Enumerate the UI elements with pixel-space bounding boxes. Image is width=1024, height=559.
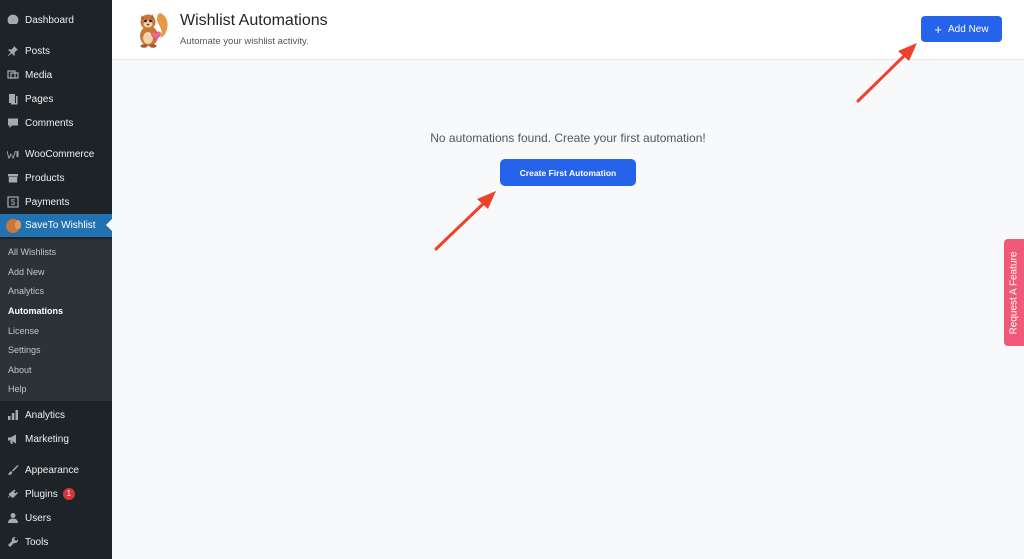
sidebar-item-tools[interactable]: Tools bbox=[0, 530, 112, 554]
sidebar-item-comments[interactable]: Comments bbox=[0, 111, 112, 135]
media-icon bbox=[6, 68, 20, 82]
page-subtitle: Automate your wishlist activity. bbox=[180, 36, 309, 47]
sidebar-item-label: Comments bbox=[25, 117, 74, 129]
archive-icon bbox=[6, 171, 20, 185]
woocommerce-icon bbox=[6, 147, 20, 161]
sidebar-item-label: Marketing bbox=[25, 433, 69, 445]
svg-text:$: $ bbox=[11, 198, 16, 207]
empty-state-message: No automations found. Create your first … bbox=[430, 131, 706, 145]
sidebar-item-marketing[interactable]: Marketing bbox=[0, 427, 112, 451]
submenu-add-new[interactable]: Add New bbox=[8, 267, 45, 277]
sidebar-item-analytics[interactable]: Analytics bbox=[0, 403, 112, 427]
brush-icon bbox=[6, 463, 20, 477]
sidebar-item-posts[interactable]: Posts bbox=[0, 39, 112, 63]
sidebar-item-pages[interactable]: Pages bbox=[0, 87, 112, 111]
sidebar-item-label: Pages bbox=[25, 93, 54, 105]
sidebar-item-saveto-wishlist[interactable]: SaveTo Wishlist bbox=[0, 214, 112, 237]
sidebar-item-label: Posts bbox=[25, 45, 51, 57]
plus-icon: + bbox=[934, 21, 942, 37]
submenu-settings[interactable]: Settings bbox=[8, 345, 41, 355]
sidebar-item-label: Users bbox=[25, 512, 52, 524]
sidebar-item-users[interactable]: Users bbox=[0, 506, 112, 530]
dollar-icon: $ bbox=[6, 195, 20, 209]
submenu-about[interactable]: About bbox=[8, 365, 32, 375]
arrow-to-create-button bbox=[434, 191, 496, 251]
plugins-update-badge: 1 bbox=[62, 488, 75, 500]
sidebar-item-payments[interactable]: $ Payments bbox=[0, 190, 112, 214]
sidebar-item-appearance[interactable]: Appearance bbox=[0, 458, 112, 482]
sidebar-item-label: Products bbox=[25, 172, 65, 184]
sidebar-item-label: Tools bbox=[25, 536, 49, 548]
sidebar-item-products[interactable]: Products bbox=[0, 166, 112, 190]
submenu-analytics[interactable]: Analytics bbox=[8, 286, 44, 296]
comment-icon bbox=[6, 116, 20, 130]
pages-icon bbox=[6, 92, 20, 106]
sidebar-item-label: Media bbox=[25, 69, 53, 81]
user-icon bbox=[6, 511, 20, 525]
create-first-automation-button[interactable]: Create First Automation bbox=[500, 159, 636, 186]
sidebar-item-label: WooCommerce bbox=[25, 148, 95, 160]
megaphone-icon bbox=[6, 432, 20, 446]
plug-icon bbox=[6, 487, 20, 501]
wishlist-submenu: All Wishlists Add New Analytics Automati… bbox=[0, 239, 112, 401]
add-new-label: Add New bbox=[948, 23, 989, 35]
squirrel-icon bbox=[6, 218, 21, 233]
sidebar-item-woocommerce[interactable]: WooCommerce bbox=[0, 142, 112, 166]
pin-icon bbox=[6, 44, 20, 58]
sidebar-item-label: Payments bbox=[25, 196, 70, 208]
annotation-arrows bbox=[434, 43, 917, 251]
page-title: Wishlist Automations bbox=[180, 12, 328, 29]
request-feature-tab[interactable]: Request A Feature bbox=[1004, 239, 1024, 346]
sidebar-item-label: Appearance bbox=[25, 464, 79, 476]
submenu-automations[interactable]: Automations bbox=[8, 306, 63, 316]
request-feature-label: Request A Feature bbox=[1008, 251, 1020, 334]
sidebar-item-plugins[interactable]: Plugins 1 bbox=[0, 482, 112, 506]
sidebar-item-label: SaveTo Wishlist bbox=[25, 220, 96, 231]
dashboard-icon bbox=[6, 13, 20, 27]
admin-sidebar: Dashboard Posts Media Pages Comments Woo… bbox=[0, 0, 112, 559]
sidebar-item-label: Plugins bbox=[25, 488, 58, 500]
submenu-license[interactable]: License bbox=[8, 326, 39, 336]
add-new-button[interactable]: + Add New bbox=[921, 16, 1002, 42]
page-header: Wishlist Automations Automate your wishl… bbox=[112, 0, 1024, 60]
sidebar-item-label: Dashboard bbox=[25, 14, 74, 26]
sidebar-item-media[interactable]: Media bbox=[0, 63, 112, 87]
sidebar-item-label: Analytics bbox=[25, 409, 66, 421]
bar-chart-icon bbox=[6, 408, 20, 422]
wrench-icon bbox=[6, 535, 20, 549]
submenu-help[interactable]: Help bbox=[8, 384, 27, 394]
sidebar-item-dashboard[interactable]: Dashboard bbox=[0, 8, 112, 32]
submenu-all-wishlists[interactable]: All Wishlists bbox=[8, 247, 56, 257]
squirrel-logo bbox=[140, 13, 168, 48]
